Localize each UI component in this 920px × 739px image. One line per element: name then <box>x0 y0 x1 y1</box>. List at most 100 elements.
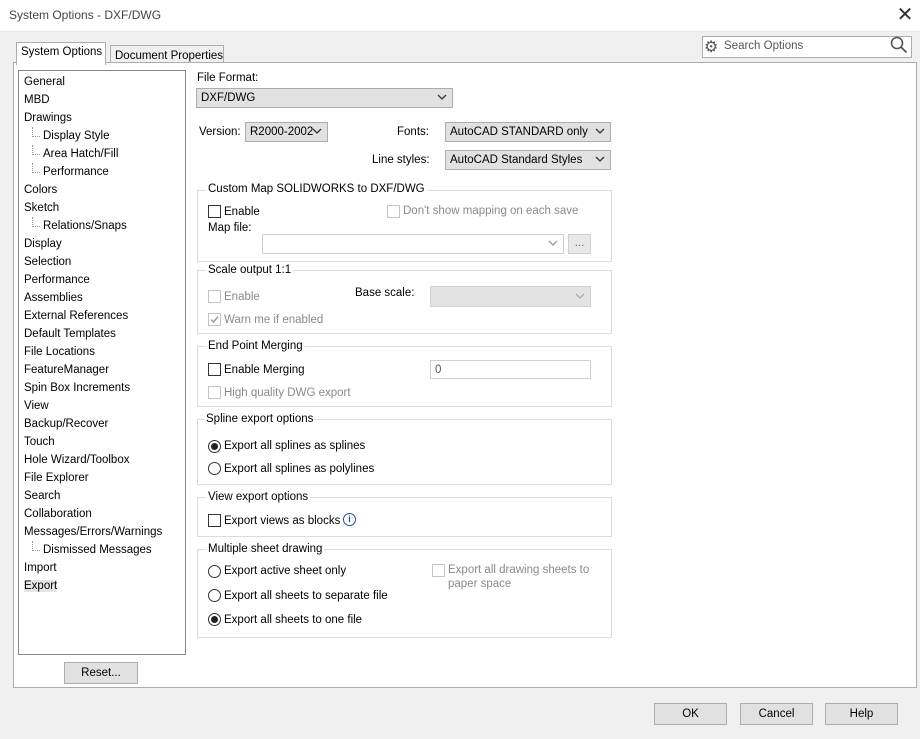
tree-item-label: Drawings <box>24 112 72 124</box>
custom-map-enable-checkbox[interactable] <box>208 205 221 218</box>
warn-enabled-checkbox[interactable] <box>208 313 221 326</box>
tree-item-label: General <box>24 76 65 88</box>
merging-distance-input[interactable]: 0 <box>430 360 591 379</box>
dont-show-mapping-label: Don't show mapping on each save <box>403 205 579 217</box>
tree-connector <box>32 217 40 227</box>
version-value: R2000-2002 <box>250 126 314 138</box>
cancel-button[interactable]: Cancel <box>740 703 813 725</box>
tree-item-search[interactable]: Search <box>24 487 184 505</box>
tab-document-properties[interactable]: Document Properties <box>110 45 224 63</box>
tree-item-import[interactable]: Import <box>24 559 184 577</box>
views-as-blocks-checkbox[interactable] <box>208 514 221 527</box>
window-title: System Options - DXF/DWG <box>9 8 162 22</box>
tab-system-options[interactable]: System Options <box>16 42 106 65</box>
tree-item-view[interactable]: View <box>24 397 184 415</box>
line-styles-select[interactable]: AutoCAD Standard Styles <box>445 150 611 170</box>
tree-item-selection[interactable]: Selection <box>24 253 184 271</box>
tree-item-mbd[interactable]: MBD <box>24 91 184 109</box>
base-scale-select[interactable] <box>430 286 591 307</box>
tree-item-file-explorer[interactable]: File Explorer <box>24 469 184 487</box>
search-placeholder: Search Options <box>724 40 804 52</box>
tree-item-performance[interactable]: Performance <box>24 271 184 289</box>
options-tree[interactable]: General MBD Drawings Display Style Area Hatc… <box>18 70 186 655</box>
splines-as-polylines-radio[interactable] <box>208 462 221 475</box>
gear-icon[interactable]: ⚙ <box>704 37 718 57</box>
tree-item-label: File Explorer <box>24 472 89 484</box>
chevron-down-icon <box>437 94 447 101</box>
tree-item-label: External References <box>24 310 129 322</box>
tree-item-export[interactable]: Export <box>24 577 184 595</box>
line-styles-value: AutoCAD Standard Styles <box>450 154 583 166</box>
scale-enable-label: Enable <box>224 291 260 303</box>
splines-as-splines-radio[interactable] <box>208 440 221 453</box>
info-icon[interactable]: i <box>343 513 356 526</box>
ok-button[interactable]: OK <box>654 703 727 725</box>
tree-item-display-style[interactable]: Display Style <box>24 127 184 145</box>
fonts-value: AutoCAD STANDARD only <box>450 126 588 138</box>
close-icon[interactable]: ✕ <box>893 4 917 28</box>
tree-item-label: Dismissed Messages <box>43 544 152 556</box>
file-format-select[interactable]: DXF/DWG <box>196 88 453 108</box>
high-quality-dwg-label: High quality DWG export <box>224 387 351 399</box>
paper-space-checkbox[interactable] <box>432 564 445 577</box>
tree-item-colors[interactable]: Colors <box>24 181 184 199</box>
tree-item-collaboration[interactable]: Collaboration <box>24 505 184 523</box>
scale-enable-checkbox[interactable] <box>208 290 221 303</box>
tree-item-spin-box-increments[interactable]: Spin Box Increments <box>24 379 184 397</box>
tree-item-file-locations[interactable]: File Locations <box>24 343 184 361</box>
map-file-select[interactable] <box>262 234 564 254</box>
map-file-browse-button[interactable]: ... <box>568 234 591 254</box>
tree-item-label: Collaboration <box>24 508 92 520</box>
search-icon[interactable] <box>890 36 908 59</box>
view-export-title: View export options <box>206 491 311 503</box>
tree-item-dismissed-messages[interactable]: Dismissed Messages <box>24 541 184 559</box>
file-format-label: File Format: <box>197 72 259 84</box>
tree-item-label: File Locations <box>24 346 95 358</box>
tree-item-backup-recover[interactable]: Backup/Recover <box>24 415 184 433</box>
tree-item-sketch[interactable]: Sketch <box>24 199 184 217</box>
tree-item-default-templates[interactable]: Default Templates <box>24 325 184 343</box>
tree-item-label: Sketch <box>24 202 60 214</box>
tree-item-label: Export <box>24 580 58 592</box>
custom-map-enable-label: Enable <box>224 206 260 218</box>
tree-item-general[interactable]: General <box>24 73 184 91</box>
version-select[interactable]: R2000-2002 <box>245 122 328 142</box>
active-sheet-only-radio[interactable] <box>208 565 221 578</box>
tree-item-label: Default Templates <box>24 328 116 340</box>
tree-item-label: FeatureManager <box>24 364 110 376</box>
tree-item-relations-snaps[interactable]: Relations/Snaps <box>24 217 184 235</box>
paper-space-label-line2: paper space <box>448 578 512 590</box>
tree-item-label: Messages/Errors/Warnings <box>24 526 163 538</box>
tree-connector <box>32 163 40 173</box>
tree-item-featuremanager[interactable]: FeatureManager <box>24 361 184 379</box>
tree-item-hole-wizard-toolbox[interactable]: Hole Wizard/Toolbox <box>24 451 184 469</box>
tree-item-drawings[interactable]: Drawings <box>24 109 184 127</box>
tree-item-display[interactable]: Display <box>24 235 184 253</box>
reset-button[interactable]: Reset... <box>64 662 138 684</box>
base-scale-label: Base scale: <box>355 287 415 299</box>
tree-item-messages-errors-warnings[interactable]: Messages/Errors/Warnings <box>24 523 184 541</box>
tree-item-area-hatch-fill[interactable]: Area Hatch/Fill <box>24 145 184 163</box>
chevron-down-icon <box>548 240 558 247</box>
tree-item-label: Performance <box>24 274 90 286</box>
dont-show-mapping-checkbox[interactable] <box>387 205 400 218</box>
file-format-value: DXF/DWG <box>201 92 256 104</box>
tree-item-label: Spin Box Increments <box>24 382 131 394</box>
paper-space-label-line1: Export all drawing sheets to <box>448 564 590 576</box>
enable-merging-checkbox[interactable] <box>208 363 221 376</box>
views-as-blocks-label: Export views as blocks <box>224 515 341 527</box>
tree-item-performance[interactable]: Performance <box>24 163 184 181</box>
one-file-label: Export all sheets to one file <box>224 614 363 626</box>
tree-item-touch[interactable]: Touch <box>24 433 184 451</box>
tree-item-label: MBD <box>24 94 50 106</box>
splines-as-polylines-label: Export all splines as polylines <box>224 463 375 475</box>
version-label: Version: <box>199 126 241 138</box>
separate-file-radio[interactable] <box>208 589 221 602</box>
tree-item-external-references[interactable]: External References <box>24 307 184 325</box>
fonts-select[interactable]: AutoCAD STANDARD only <box>445 122 611 142</box>
help-button[interactable]: Help <box>825 703 898 725</box>
map-file-label: Map file: <box>208 222 252 234</box>
tree-item-assemblies[interactable]: Assemblies <box>24 289 184 307</box>
one-file-radio[interactable] <box>208 613 221 626</box>
high-quality-dwg-checkbox[interactable] <box>208 386 221 399</box>
